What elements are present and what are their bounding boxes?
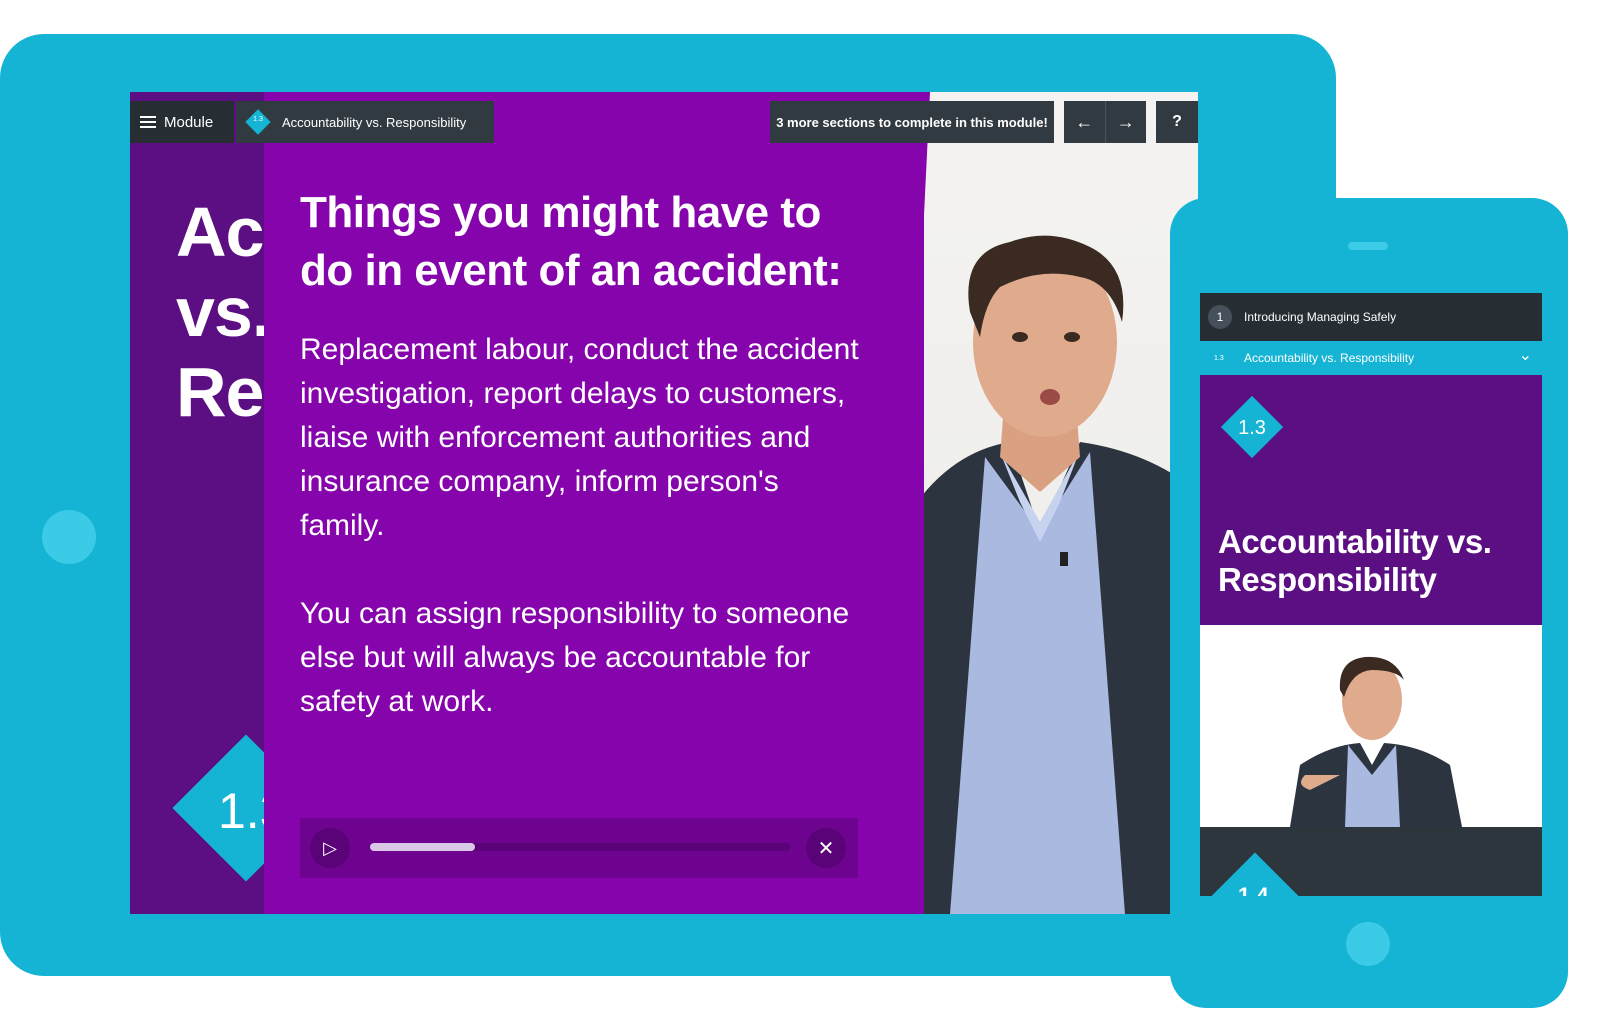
phone-hero-title: Accountability vs. Responsibility (1218, 523, 1492, 598)
next-section-number: 1.4 (1238, 883, 1269, 896)
panel-paragraph: Replacement labour, conduct the accident… (300, 333, 859, 542)
close-audio-button[interactable]: ✕ (806, 828, 846, 868)
content-panel: Things you might have to do in event of … (264, 92, 924, 914)
phone-next-section[interactable]: 1.4 (1200, 827, 1542, 896)
breadcrumb-title: Accountability vs. Responsibility (282, 114, 467, 130)
background-slide-title: Ac vs. Re (176, 193, 271, 431)
phone-section-title: Accountability vs. Responsibility (1244, 351, 1415, 365)
phone-presenter-image (1290, 656, 1462, 827)
phone-module-header[interactable]: 1 Introducing Managing Safely (1200, 293, 1542, 341)
panel-paragraph: You can assign responsibility to someone… (300, 597, 850, 718)
module-number-badge: 1 (1208, 305, 1232, 329)
module-menu-label: Module (164, 113, 214, 131)
section-number-icon: 1.3 (245, 109, 271, 135)
phone-module-title: Introducing Managing Safely (1244, 310, 1397, 324)
top-bar: Module 1.3 Accountability vs. Responsibi… (130, 101, 1198, 143)
phone-hero: 1.3 Accountability vs. Responsibility (1200, 375, 1542, 625)
chevron-down-icon: ⌄ (1518, 347, 1532, 364)
phone-section-dropdown[interactable]: 1.3 Accountability vs. Responsibility ⌄ (1200, 341, 1542, 375)
phone-home-button (1346, 922, 1390, 966)
panel-body: Replacement labour, conduct the accident… (300, 328, 860, 768)
audio-progress-fill (370, 843, 475, 851)
phone-presenter-video[interactable] (1200, 625, 1542, 827)
presenter-video[interactable] (890, 92, 1198, 914)
module-menu-button[interactable]: Module (130, 101, 234, 143)
phone-screen: 1 Introducing Managing Safely 1.3 Accoun… (1200, 293, 1542, 896)
tablet-home-button (42, 510, 96, 564)
phone-section-number: 1.3 (1214, 354, 1224, 362)
next-arrow-icon[interactable]: → (1106, 101, 1147, 143)
play-button[interactable]: ▷ (310, 828, 350, 868)
background-slide: Ac vs. Re 1.3 (130, 92, 320, 914)
audio-progress-track[interactable] (370, 843, 790, 851)
presenter-image (890, 235, 1198, 914)
panel-heading: Things you might have to do in event of … (300, 188, 842, 295)
section-navigation: ← → (1064, 101, 1146, 143)
phone-device: 1 Introducing Managing Safely 1.3 Accoun… (1170, 198, 1568, 1008)
progress-status: 3 more sections to complete in this modu… (770, 101, 1054, 143)
tablet-screen: Ac vs. Re 1.3 Things you might have to d… (130, 92, 1198, 914)
help-button[interactable]: ? (1156, 101, 1198, 143)
phone-speaker (1348, 242, 1388, 250)
previous-arrow-icon[interactable]: ← (1064, 101, 1106, 143)
hamburger-icon (140, 115, 156, 129)
section-breadcrumb[interactable]: 1.3 Accountability vs. Responsibility (236, 101, 494, 143)
audio-player: ▷ ✕ (300, 818, 858, 878)
phone-hero-number: 1.3 (1238, 417, 1266, 439)
